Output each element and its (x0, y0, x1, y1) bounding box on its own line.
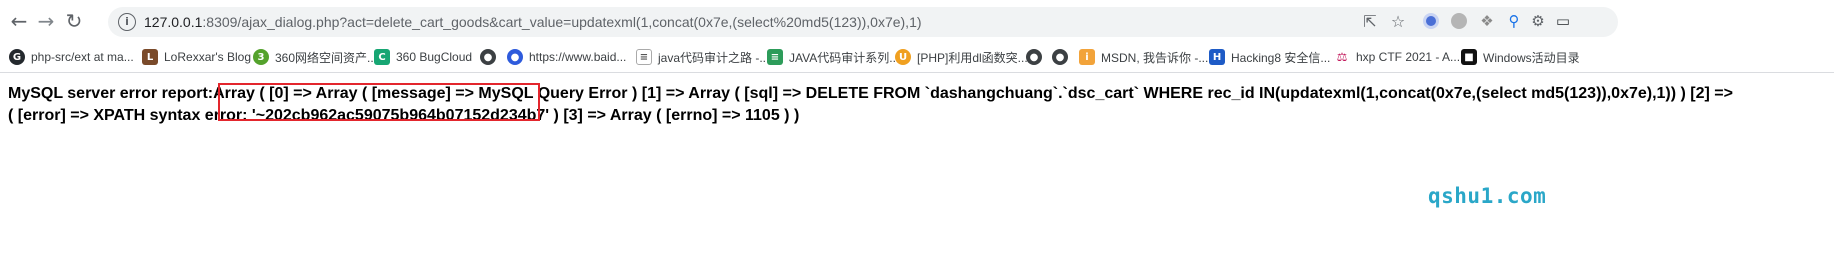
bookmark-label: [PHP]利用dl函数突... (917, 50, 1028, 65)
bookmark-item[interactable]: ≡ java代码审计之路 -... (636, 47, 769, 67)
extension-pin-icon[interactable]: ⚲ (1503, 10, 1525, 32)
info-circle-icon[interactable]: i (118, 13, 136, 31)
bookmark-label: 360 BugCloud (396, 50, 473, 64)
globe-icon: ● (480, 49, 496, 65)
hxp-icon: ⚖ (1334, 49, 1350, 65)
bookmark-label: LoRexxar's Blog (164, 50, 251, 64)
baidu-paw-icon: ● (507, 49, 523, 65)
bookmark-item[interactable]: ● https://www.baid... (507, 47, 626, 67)
bookmark-item[interactable]: ⚖ hxp CTF 2021 - A... (1334, 47, 1460, 67)
bookmark-item[interactable]: U [PHP]利用dl函数突... (895, 47, 1028, 67)
share-icon[interactable]: ⇱ (1360, 12, 1380, 32)
bookmark-item[interactable]: ● (480, 47, 502, 67)
blog-icon: L (142, 49, 158, 65)
address-bar[interactable]: i 127.0.0.1:8309/ajax_dialog.php?act=del… (108, 7, 1618, 37)
back-button[interactable]: ← (7, 9, 31, 33)
browser-toolbar: ← → ↻ i 127.0.0.1:8309/ajax_dialog.php?a… (0, 0, 1834, 42)
highlight-box (218, 83, 540, 121)
bookmark-item[interactable]: Gphp-src/ext at ma... (9, 47, 134, 67)
arrow-left-icon: ← (10, 9, 28, 33)
360-icon: 3 (253, 49, 269, 65)
extension-sidebar-icon[interactable]: ▭ (1552, 10, 1574, 32)
bookmark-item[interactable]: ≡ JAVA代码审计系列... (767, 47, 899, 67)
bookmark-item[interactable]: ● (1052, 47, 1074, 67)
globe-icon: ● (1026, 49, 1042, 65)
bookmark-item[interactable]: ● (1026, 47, 1048, 67)
extension-puzzle-gray-icon[interactable]: ❖ (1476, 10, 1498, 32)
msdn-icon: i (1079, 49, 1095, 65)
reload-button[interactable]: ↻ (62, 9, 86, 33)
extension-blue-dot-icon[interactable] (1420, 10, 1442, 32)
reload-icon: ↻ (65, 9, 83, 33)
bookmark-label: php-src/ext at ma... (31, 50, 134, 64)
bookmark-label: hxp CTF 2021 - A... (1356, 50, 1461, 64)
url-text[interactable]: 127.0.0.1:8309/ajax_dialog.php?act=delet… (144, 14, 922, 30)
extension-puzzle-icon[interactable]: ⚙ (1527, 10, 1549, 32)
bookmark-item[interactable]: C 360 BugCloud (374, 47, 472, 67)
bookmark-label: JAVA代码审计系列... (789, 50, 900, 65)
doc-icon: ≡ (636, 49, 652, 65)
bookmark-label: java代码审计之路 -... (658, 50, 770, 65)
green-doc-icon: ≡ (767, 49, 783, 65)
bookmark-item[interactable]: L LoRexxar's Blog (142, 47, 251, 67)
arrow-right-icon: → (37, 9, 55, 33)
url-path: :8309/ajax_dialog.php?act=delete_cart_go… (202, 14, 922, 30)
bookmark-label: 360网络空间资产... (275, 50, 378, 65)
star-icon[interactable]: ☆ (1388, 12, 1408, 32)
bookmark-item[interactable]: ■ Windows活动目录 (1461, 47, 1580, 67)
bookmark-item[interactable]: i MSDN, 我告诉你 -... (1079, 47, 1208, 67)
bookmark-item[interactable]: 3 360网络空间资产... (253, 47, 377, 67)
windows-ad-icon: ■ (1461, 49, 1477, 65)
github-icon: G (9, 49, 25, 65)
bookmark-label: https://www.baid... (529, 50, 627, 64)
bugcloud-icon: C (374, 49, 390, 65)
bookmark-label: MSDN, 我告诉你 -... (1101, 50, 1209, 65)
forward-button[interactable]: → (34, 9, 58, 33)
watermark: qshu1.com (1428, 184, 1547, 208)
url-host: 127.0.0.1 (144, 14, 203, 30)
php-icon: U (895, 49, 911, 65)
globe-icon: ● (1052, 49, 1068, 65)
bookmarks-bar: Gphp-src/ext at ma... L LoRexxar's Blog 3… (0, 42, 1834, 73)
bookmark-label: Windows活动目录 (1483, 50, 1580, 65)
bookmark-label: Hacking8 安全信... (1231, 50, 1331, 65)
bookmark-item[interactable]: H Hacking8 安全信... (1209, 47, 1330, 67)
hacking8-icon: H (1209, 49, 1225, 65)
extension-gray-icon[interactable] (1448, 10, 1470, 32)
